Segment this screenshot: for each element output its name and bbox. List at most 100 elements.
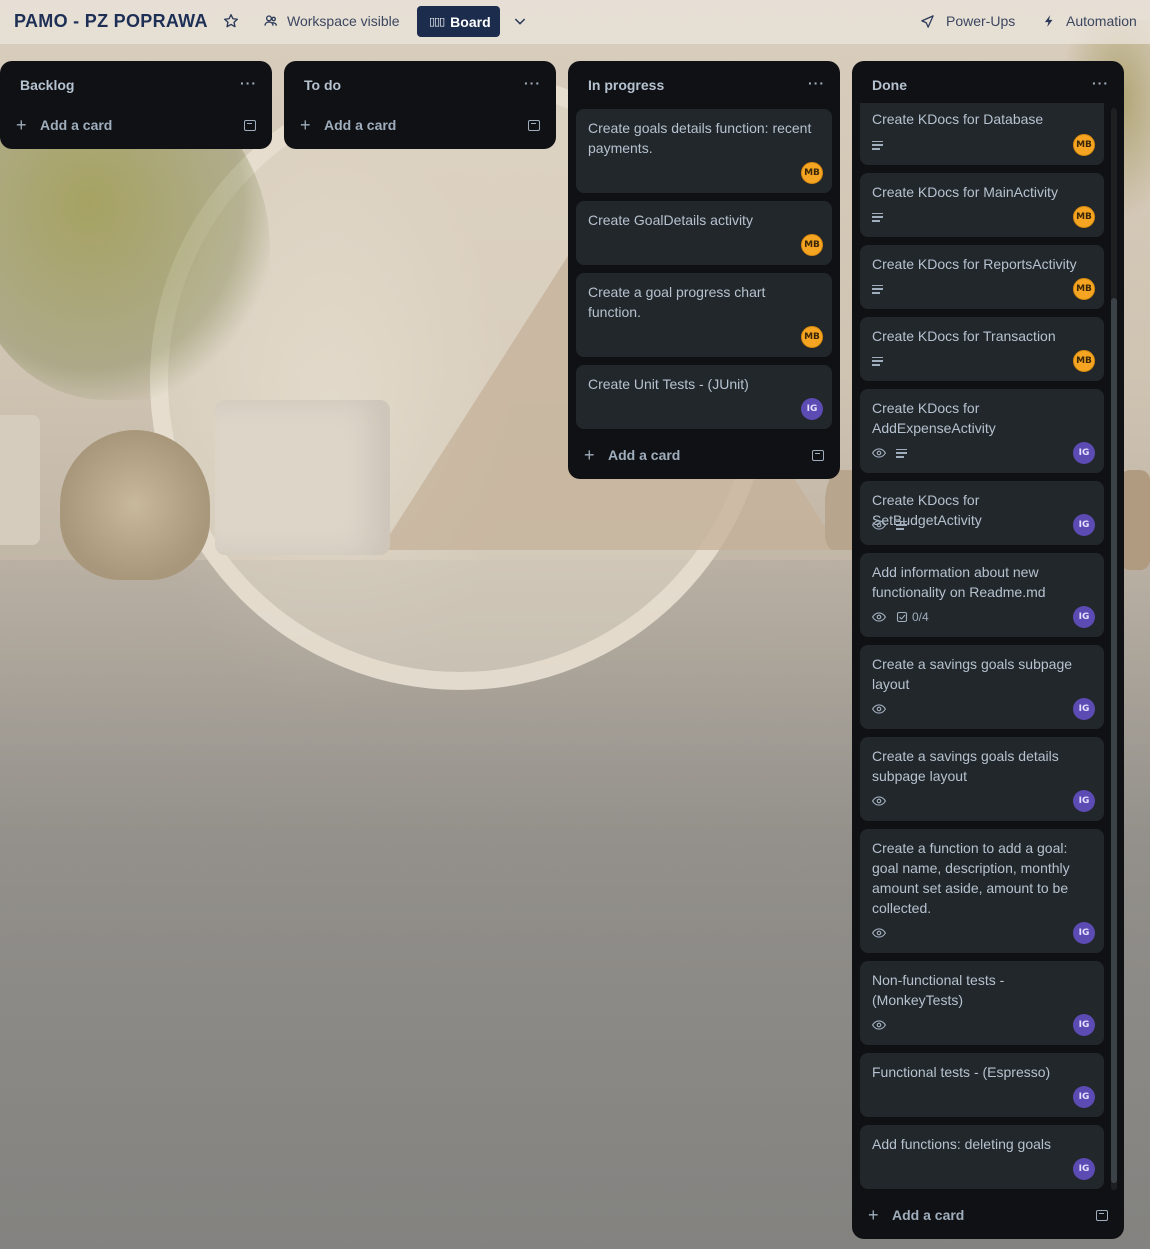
card-badges (872, 445, 907, 461)
member-avatar[interactable]: MB (801, 162, 823, 184)
card[interactable]: Create Unit Tests - (JUnit) IG (576, 365, 832, 429)
member-avatar[interactable]: IG (1073, 514, 1095, 536)
list-menu-icon[interactable]: ··· (240, 75, 257, 91)
card-badges (872, 925, 886, 941)
member-avatar[interactable]: IG (1073, 1086, 1095, 1108)
card[interactable]: Non-functional tests - (MonkeyTests) IG (860, 961, 1104, 1045)
card-badges (872, 353, 883, 369)
card[interactable]: Add functions: deleting goals IG (860, 1125, 1104, 1189)
member-avatar[interactable]: IG (1073, 922, 1095, 944)
card-title: Create KDocs for MainActivity (872, 184, 1058, 200)
card-badges (872, 137, 883, 153)
card-badges (872, 517, 907, 533)
card[interactable]: Create KDocs for SetBudgetActivity IG (860, 481, 1104, 545)
card[interactable]: Create a goal progress chart function. M… (576, 273, 832, 357)
template-icon[interactable] (244, 119, 256, 131)
card-title: Create a function to add a goal: goal na… (872, 840, 1070, 916)
list-menu-icon[interactable]: ··· (524, 75, 541, 91)
lightning-icon[interactable] (1040, 12, 1058, 30)
description-icon (872, 284, 883, 294)
template-icon[interactable] (528, 119, 540, 131)
card[interactable]: Create KDocs for ReportsActivity MB (860, 245, 1104, 309)
description-icon (872, 140, 883, 150)
card[interactable]: Functional tests - (Espresso) IG (860, 1053, 1104, 1117)
add-card-button[interactable]: + Add a card (0, 113, 272, 137)
card[interactable]: Add information about new functionality … (860, 553, 1104, 637)
card[interactable]: Create KDocs for AddExpenseActivity IG (860, 389, 1104, 473)
card[interactable]: Create GoalDetails activity MB (576, 201, 832, 265)
card-title: Non-functional tests - (MonkeyTests) (872, 972, 1005, 1008)
member-avatar[interactable]: IG (801, 398, 823, 420)
automation-button[interactable]: Automation (1066, 13, 1137, 29)
watching-eye-icon (872, 928, 886, 938)
list-title[interactable]: In progress (588, 77, 664, 93)
member-avatar[interactable]: IG (1073, 606, 1095, 628)
watching-eye-icon (872, 796, 886, 806)
card-title: Create KDocs for Database (872, 111, 1044, 127)
card[interactable]: Create a function to add a goal: goal na… (860, 829, 1104, 953)
workspace-visible-icon[interactable] (262, 12, 280, 30)
workspace-visible-label[interactable]: Workspace visible (287, 13, 400, 29)
card-title: Create Unit Tests - (JUnit) (588, 376, 749, 392)
card-title: Functional tests - (Espresso) (872, 1064, 1051, 1080)
list-scrollbar[interactable] (1111, 108, 1117, 1190)
watching-eye-icon (872, 704, 886, 714)
card[interactable]: Create a savings goals subpage layout IG (860, 645, 1104, 729)
list-menu-icon[interactable]: ··· (808, 75, 825, 91)
power-ups-button[interactable]: Power-Ups (946, 13, 1015, 29)
rocket-icon[interactable] (918, 12, 936, 30)
card-badges (872, 281, 883, 297)
member-avatar[interactable]: IG (1073, 1014, 1095, 1036)
card-title: Create goals details function: recent pa… (588, 120, 812, 156)
member-avatar[interactable]: MB (1073, 134, 1095, 156)
add-card-label: Add a card (40, 117, 113, 133)
card-badges (872, 793, 886, 809)
checklist-icon (896, 611, 908, 623)
list-menu-icon[interactable]: ··· (1092, 75, 1109, 91)
member-avatar[interactable]: IG (1073, 698, 1095, 720)
board-header: PAMO - PZ POPRAWA Workspace visible ▯▯▯ … (0, 0, 1150, 44)
member-avatar[interactable]: MB (1073, 278, 1095, 300)
description-icon (896, 520, 907, 530)
watching-eye-icon (872, 1020, 886, 1030)
card-title: Create KDocs for Transaction (872, 328, 1056, 344)
member-avatar[interactable]: MB (1073, 350, 1095, 372)
star-icon[interactable] (222, 12, 240, 30)
member-avatar[interactable]: MB (801, 234, 823, 256)
board-title[interactable]: PAMO - PZ POPRAWA (14, 11, 208, 32)
card[interactable]: Create goals details function: recent pa… (576, 109, 832, 193)
card[interactable]: Create KDocs for Transaction MB (860, 317, 1104, 381)
member-avatar[interactable]: IG (1073, 790, 1095, 812)
card[interactable]: Create KDocs for Database MB (860, 103, 1104, 165)
list-title[interactable]: Done (872, 77, 907, 93)
list-title[interactable]: Backlog (20, 77, 74, 93)
member-avatar[interactable]: MB (801, 326, 823, 348)
card[interactable]: Create a savings goals details subpage l… (860, 737, 1104, 821)
template-icon[interactable] (812, 449, 824, 461)
list-title[interactable]: To do (304, 77, 341, 93)
add-card-button[interactable]: + Add a card (568, 443, 840, 467)
description-icon (872, 356, 883, 366)
add-card-button[interactable]: + Add a card (284, 113, 556, 137)
add-card-button[interactable]: + Add a card (852, 1203, 1124, 1227)
list-to-do: To do ··· + Add a card (284, 61, 556, 149)
card-title: Create GoalDetails activity (588, 212, 753, 228)
card-title: Create a savings goals details subpage l… (872, 748, 1059, 784)
add-card-label: Add a card (892, 1207, 965, 1223)
card-title: Create a savings goals subpage layout (872, 656, 1073, 692)
member-avatar[interactable]: MB (1073, 206, 1095, 228)
card-title: Create KDocs for ReportsActivity (872, 256, 1077, 272)
scrollbar-thumb[interactable] (1111, 298, 1117, 1183)
card[interactable]: Create KDocs for MainActivity MB (860, 173, 1104, 237)
watching-eye-icon (872, 448, 886, 458)
card-badges: 0/4 (872, 609, 929, 625)
card-title: Create KDocs for AddExpenseActivity (872, 400, 996, 436)
list-done: Done ··· Create KDocs for Database MB Cr… (852, 61, 1124, 1239)
chevron-down-icon[interactable] (511, 12, 529, 30)
add-card-label: Add a card (608, 447, 681, 463)
member-avatar[interactable]: IG (1073, 1158, 1095, 1180)
template-icon[interactable] (1096, 1209, 1108, 1221)
list-backlog: Backlog ··· + Add a card (0, 61, 272, 149)
board-view-button[interactable]: ▯▯▯ Board (417, 6, 500, 37)
member-avatar[interactable]: IG (1073, 442, 1095, 464)
